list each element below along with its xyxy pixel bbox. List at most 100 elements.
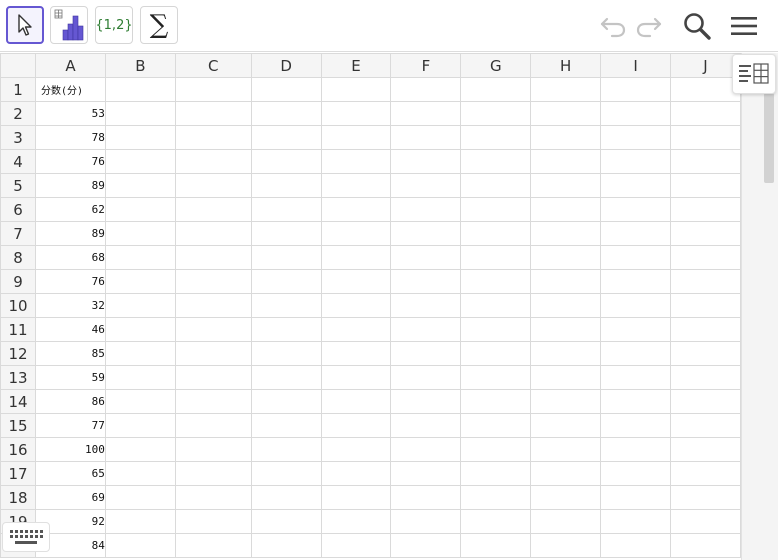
cell-d5[interactable] [250, 173, 322, 198]
cell-e20[interactable] [320, 533, 392, 558]
cell-j13[interactable] [670, 365, 741, 390]
cell-e1[interactable] [320, 77, 392, 102]
cell-h12[interactable] [530, 341, 602, 366]
cell-c8[interactable] [174, 245, 252, 270]
row-header[interactable]: 2 [0, 101, 36, 126]
cell-f2[interactable] [390, 101, 462, 126]
cell-i12[interactable] [600, 341, 672, 366]
cell-a5[interactable]: 89 [34, 173, 106, 198]
cell-c2[interactable] [174, 101, 252, 126]
cell-b17[interactable] [104, 461, 176, 486]
row-header[interactable]: 10 [0, 293, 36, 318]
cell-j8[interactable] [670, 245, 741, 270]
cell-b10[interactable] [104, 293, 176, 318]
cell-c6[interactable] [174, 197, 252, 222]
cell-j10[interactable] [670, 293, 741, 318]
cell-i2[interactable] [600, 101, 672, 126]
row-header[interactable]: 12 [0, 341, 36, 366]
cell-a15[interactable]: 77 [34, 413, 106, 438]
cell-g8[interactable] [460, 245, 532, 270]
cell-e5[interactable] [320, 173, 392, 198]
cell-h18[interactable] [530, 485, 602, 510]
cell-f1[interactable] [390, 77, 462, 102]
cell-b20[interactable] [104, 533, 176, 558]
cell-f12[interactable] [390, 341, 462, 366]
row-header[interactable]: 4 [0, 149, 36, 174]
cell-f11[interactable] [390, 317, 462, 342]
cell-c17[interactable] [174, 461, 252, 486]
redo-button[interactable] [632, 10, 666, 42]
cell-a9[interactable]: 76 [34, 269, 106, 294]
cell-j18[interactable] [670, 485, 741, 510]
cell-g17[interactable] [460, 461, 532, 486]
cell-i10[interactable] [600, 293, 672, 318]
cell-j15[interactable] [670, 413, 741, 438]
cell-f8[interactable] [390, 245, 462, 270]
cell-d9[interactable] [250, 269, 322, 294]
cell-d11[interactable] [250, 317, 322, 342]
cell-j9[interactable] [670, 269, 741, 294]
cell-b2[interactable] [104, 101, 176, 126]
cell-c13[interactable] [174, 365, 252, 390]
cell-a14[interactable]: 86 [34, 389, 106, 414]
cell-j12[interactable] [670, 341, 741, 366]
column-header-f[interactable]: F [390, 53, 462, 78]
cell-j4[interactable] [670, 149, 741, 174]
cell-a3[interactable]: 78 [34, 125, 106, 150]
cell-f16[interactable] [390, 437, 462, 462]
cell-h15[interactable] [530, 413, 602, 438]
cell-i5[interactable] [600, 173, 672, 198]
cell-h7[interactable] [530, 221, 602, 246]
cell-c20[interactable] [174, 533, 252, 558]
cell-a12[interactable]: 85 [34, 341, 106, 366]
cell-c1[interactable] [174, 77, 252, 102]
cell-c9[interactable] [174, 269, 252, 294]
cell-d2[interactable] [250, 101, 322, 126]
row-header[interactable]: 14 [0, 389, 36, 414]
cell-g5[interactable] [460, 173, 532, 198]
cell-h20[interactable] [530, 533, 602, 558]
cell-f6[interactable] [390, 197, 462, 222]
cell-i19[interactable] [600, 509, 672, 534]
cell-f10[interactable] [390, 293, 462, 318]
scrollbar-thumb[interactable] [764, 93, 774, 183]
cell-g11[interactable] [460, 317, 532, 342]
row-header[interactable]: 11 [0, 317, 36, 342]
cell-a7[interactable]: 89 [34, 221, 106, 246]
cell-f18[interactable] [390, 485, 462, 510]
cell-b16[interactable] [104, 437, 176, 462]
cell-d14[interactable] [250, 389, 322, 414]
cell-g10[interactable] [460, 293, 532, 318]
cell-j3[interactable] [670, 125, 741, 150]
cell-i1[interactable] [600, 77, 672, 102]
cell-g13[interactable] [460, 365, 532, 390]
cell-g19[interactable] [460, 509, 532, 534]
cell-g20[interactable] [460, 533, 532, 558]
cell-b11[interactable] [104, 317, 176, 342]
cell-d7[interactable] [250, 221, 322, 246]
cell-i14[interactable] [600, 389, 672, 414]
cell-f4[interactable] [390, 149, 462, 174]
cell-a4[interactable]: 76 [34, 149, 106, 174]
cell-e16[interactable] [320, 437, 392, 462]
cell-a16[interactable]: 100 [34, 437, 106, 462]
cell-d10[interactable] [250, 293, 322, 318]
create-list-tool-button[interactable]: {1,2} [95, 6, 133, 44]
cell-i7[interactable] [600, 221, 672, 246]
cell-j16[interactable] [670, 437, 741, 462]
cell-e2[interactable] [320, 101, 392, 126]
row-header[interactable]: 15 [0, 413, 36, 438]
cell-h1[interactable] [530, 77, 602, 102]
cell-h3[interactable] [530, 125, 602, 150]
row-header[interactable]: 1 [0, 77, 36, 102]
cell-c10[interactable] [174, 293, 252, 318]
cell-i11[interactable] [600, 317, 672, 342]
cell-b9[interactable] [104, 269, 176, 294]
cell-e8[interactable] [320, 245, 392, 270]
cell-c15[interactable] [174, 413, 252, 438]
cell-d20[interactable] [250, 533, 322, 558]
cell-h11[interactable] [530, 317, 602, 342]
cell-h17[interactable] [530, 461, 602, 486]
cell-g6[interactable] [460, 197, 532, 222]
cell-b14[interactable] [104, 389, 176, 414]
